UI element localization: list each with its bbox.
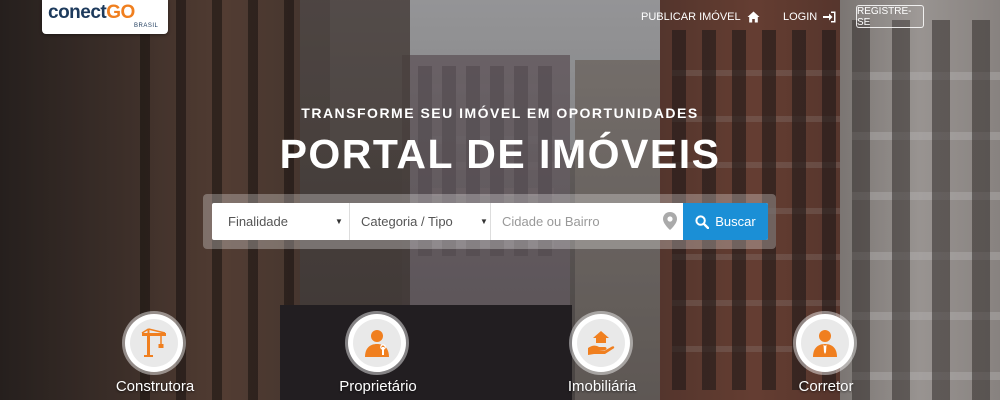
owner-icon [365,330,389,357]
category-corretor[interactable]: Corretor [761,310,891,400]
category-label: Proprietário [339,378,417,395]
search-button-label: Buscar [715,214,756,229]
logo-subtitle: BRASIL [134,23,159,29]
broker-icon [813,330,837,357]
category-icon-circle [572,314,630,372]
category-imobiliaria[interactable]: Imobiliária [537,310,667,400]
category-icon-circle [796,314,854,372]
category-icon-circle [348,314,406,372]
category-label: Construtora [115,378,195,395]
home-icon [747,11,760,23]
search-icon [695,214,710,229]
login-label: LOGIN [783,11,818,23]
map-pin-icon [663,212,677,230]
category-label: Corretor [798,378,854,395]
category-icon-inner [801,319,849,367]
category-icon-inner [353,319,401,367]
logo-wordmark: conectGO [48,2,135,24]
category-select[interactable]: Categoria / Tipo [361,203,486,240]
category-icon-inner [130,319,178,367]
category-icon-circle [125,314,183,372]
page-title: PORTAL DE IMÓVEIS [279,131,721,177]
category-icon-inner [577,319,625,367]
purpose-select[interactable]: Finalidade [228,203,348,240]
city-search-input[interactable] [494,203,660,240]
house-hand-icon [588,331,615,355]
logo-main-text: conect [48,2,107,23]
publish-property-link[interactable]: PUBLICAR IMÓVEL [641,11,760,23]
search-button[interactable]: Buscar [683,203,768,240]
search-divider [490,203,491,240]
category-label: Imobiliária [567,378,637,395]
search-divider [349,203,350,240]
category-construtora[interactable]: Construtora [90,310,220,400]
register-button[interactable]: REGISTRE-SE [856,5,924,28]
publish-property-label: PUBLICAR IMÓVEL [641,11,741,23]
hero-subtitle: TRANSFORME SEU IMÓVEL EM OPORTUNIDADES [301,105,699,121]
category-proprietario[interactable]: Proprietário [313,310,443,400]
login-link[interactable]: LOGIN [783,11,836,23]
logo-accent-text: GO [106,2,135,23]
caret-down-icon: ▼ [480,217,488,226]
crane-icon [141,328,166,357]
caret-down-icon: ▼ [335,217,343,226]
sign-in-icon [823,11,836,23]
